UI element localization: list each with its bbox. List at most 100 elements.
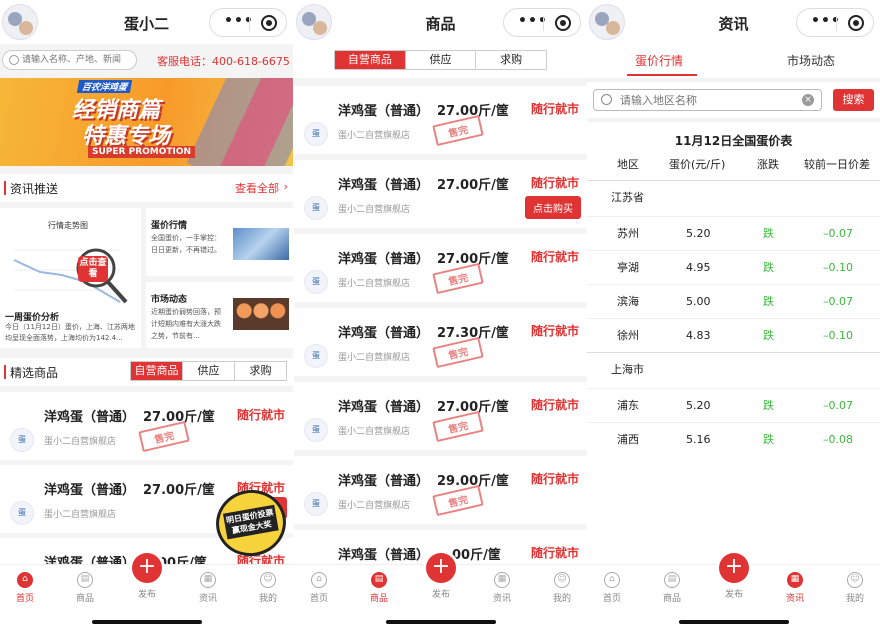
tab-publish[interactable]: + 发布 [714,553,754,600]
shop-logo-icon: 蛋 [304,492,328,516]
home-indicator [679,620,789,624]
market-card[interactable]: 市场动态 近期蛋价弱势回落，预计短期内难有大涨大跌之势，节前有... [146,282,293,348]
target-circle-icon[interactable] [555,15,571,31]
tab-mine[interactable]: ☺ 我的 [537,572,587,604]
price-card-desc: 全国蛋价，一手掌控：日日更新，不再错过。 [151,234,221,254]
product-status: 随行就市 [530,324,579,338]
soldout-stamp: 售完 [432,484,484,517]
news-section-header: 资讯推送 查看全部 › [0,174,293,202]
product-status: 随行就市 [530,546,579,560]
tab-bar: ⌂ 首页 ▤ 商品 + 发布 ▦ 资讯 ☺ 我的 [294,553,587,630]
news-icon: ▦ [494,572,510,588]
product-name: 洋鸡蛋（普通） [44,483,136,498]
product-name: 洋鸡蛋（普通） [338,548,430,563]
product-name: 洋鸡蛋（普通） [338,400,430,415]
product-card[interactable]: 洋鸡蛋（普通） 27.00斤/筐 随行就市 蛋 蛋小二自营旗舰店 售完 [294,382,587,450]
price-row: 浦东 5.20 跌 –0.07 [587,388,880,422]
home-icon: ⌂ [311,572,327,588]
shop-name: 蛋小二自营旗舰店 [44,437,117,447]
home-icon: ⌂ [17,572,33,588]
clear-icon[interactable]: × [802,94,814,106]
shop-name: 蛋小二自营旗舰店 [338,205,411,215]
price-cell: 5.00 [686,295,711,308]
news-nav-bar: 资讯 ••• [587,0,880,44]
trend-card-desc: 今日（11月12日）蛋价，上海、江苏两地均呈现全面落势，上海均价为142.4..… [5,323,135,342]
home-nav-bar: 蛋小二 ••• [0,0,293,44]
price-cell: 5.16 [686,433,711,446]
tab-goods[interactable]: ▤ 商品 [647,572,697,604]
price-cell: 4.95 [686,261,711,274]
mini-program-capsule[interactable]: ••• [796,8,874,37]
tab-home[interactable]: ⌂ 首页 [294,572,344,604]
tab-publish[interactable]: + 发布 [421,553,461,600]
region-search-input[interactable] [620,92,790,108]
tab-purchase[interactable]: 求购 [475,51,546,69]
tab-news[interactable]: ▦ 资讯 [477,572,527,604]
buy-now-button[interactable]: 点击购买 [525,196,581,219]
shop-name: 蛋小二自营旗舰店 [338,501,411,511]
trend-card[interactable]: 行情走势图 点击查看 一周蛋价分析 今日（11月12日）蛋价，上海、江苏两地均呈… [0,208,141,348]
tab-bar: ⌂ 首页 ▤ 商品 + 发布 ▦ 资讯 ☺ 我的 [0,553,293,630]
search-icon [9,55,19,65]
target-circle-icon[interactable] [261,15,277,31]
product-card[interactable]: 洋鸡蛋（普通） 29.00斤/筐 随行就市 蛋 蛋小二自营旗舰店 售完 [294,456,587,524]
tab-home[interactable]: ⌂ 首页 [587,572,637,604]
product-card[interactable]: 洋鸡蛋（普通） 27.00斤/筐 随行就市 蛋 蛋小二自营旗舰店 点击购买 [294,160,587,228]
tab-news[interactable]: ▦ 资讯 [183,572,233,604]
soldout-stamp: 售完 [432,114,484,147]
tab-mine[interactable]: ☺ 我的 [243,572,293,604]
diff-cell: –0.07 [823,227,853,240]
col-diff: 较前一日价差 [804,158,870,171]
plus-icon: + [132,553,162,583]
goods-nav-bar: 商品 ••• [294,0,587,44]
home-screen: 蛋小二 ••• 客服电话：400-618-6675 百农洋鸡蛋 经销商篇 特惠专… [0,0,293,630]
tab-self-operated[interactable]: 自营商品 [131,362,182,380]
product-card[interactable]: 洋鸡蛋（普通） 27.00斤/筐 随行就市 蛋 蛋小二自营旗舰店 售完 [294,234,587,302]
tab-self-operated[interactable]: 自营商品 [335,51,405,69]
search-input[interactable] [22,52,134,68]
tab-mine[interactable]: ☺ 我的 [830,572,880,604]
promo-banner[interactable]: 百农洋鸡蛋 经销商篇 特惠专场 SUPER PROMOTION [0,78,293,166]
market-card-desc: 近期蛋价弱势回落，预计短期内难有大涨大跌之势，节前有... [151,308,221,340]
news-tab-market[interactable]: 市场动态 [787,52,835,69]
tab-goods[interactable]: ▤ 商品 [354,572,404,604]
price-row: 苏州 5.20 跌 –0.07 [587,216,880,250]
tab-news[interactable]: ▦ 资讯 [770,572,820,604]
tab-purchase[interactable]: 求购 [234,362,286,380]
shop-logo-icon: 蛋 [10,428,34,452]
shop-name: 蛋小二自营旗舰店 [338,131,411,141]
soldout-stamp: 售完 [432,410,484,443]
tab-supply[interactable]: 供应 [404,51,476,69]
target-circle-icon[interactable] [848,15,864,31]
view-all-link[interactable]: 查看全部 [235,180,279,196]
product-card[interactable]: 洋鸡蛋（普通） 27.00斤/筐 随行就市 蛋 蛋小二自营旗舰店 售完 [0,392,293,460]
news-tab-price[interactable]: 蛋价行情 [635,52,683,69]
search-bar[interactable] [2,50,137,70]
change-cell: 跌 [763,399,774,412]
product-name: 洋鸡蛋（普通） [338,104,430,119]
shop-logo-icon: 蛋 [10,501,34,525]
price-row: 亭湖 4.95 跌 –0.10 [587,250,880,284]
product-card[interactable]: 洋鸡蛋（普通） 27.30斤/筐 随行就市 蛋 蛋小二自营旗舰店 售完 [294,308,587,376]
mini-program-capsule[interactable]: ••• [503,8,581,37]
tab-supply[interactable]: 供应 [182,362,234,380]
market-card-title: 市场动态 [151,295,188,305]
region-search-box[interactable]: × [593,89,822,111]
price-card[interactable]: 蛋价行情 全国蛋价，一手掌控：日日更新，不再错过。 [146,208,293,276]
goods-screen: 商品 ••• 自营商品 供应 求购 洋鸡蛋（普通） 27.00斤/筐 随行就市 … [294,0,587,630]
user-icon: ☺ [554,572,570,588]
hotline-text[interactable]: 客服电话：400-618-6675 [157,53,290,69]
plus-icon: + [719,553,749,583]
search-button[interactable]: 搜索 [833,89,874,111]
product-name: 洋鸡蛋（普通） [338,252,430,267]
tab-publish[interactable]: + 发布 [127,553,167,600]
tab-goods[interactable]: ▤ 商品 [60,572,110,604]
col-price: 蛋价(元/斤) [669,158,726,171]
province-header: 江苏省 [587,180,880,214]
shop-name: 蛋小二自营旗舰店 [44,510,117,520]
mini-program-capsule[interactable]: ••• [209,8,287,37]
news-icon: ▦ [200,572,216,588]
tab-home[interactable]: ⌂ 首页 [0,572,50,604]
click-view-badge[interactable]: 点击查看 [78,256,108,282]
product-card[interactable]: 洋鸡蛋（普通） 27.00斤/筐 随行就市 蛋 蛋小二自营旗舰店 售完 [294,86,587,154]
